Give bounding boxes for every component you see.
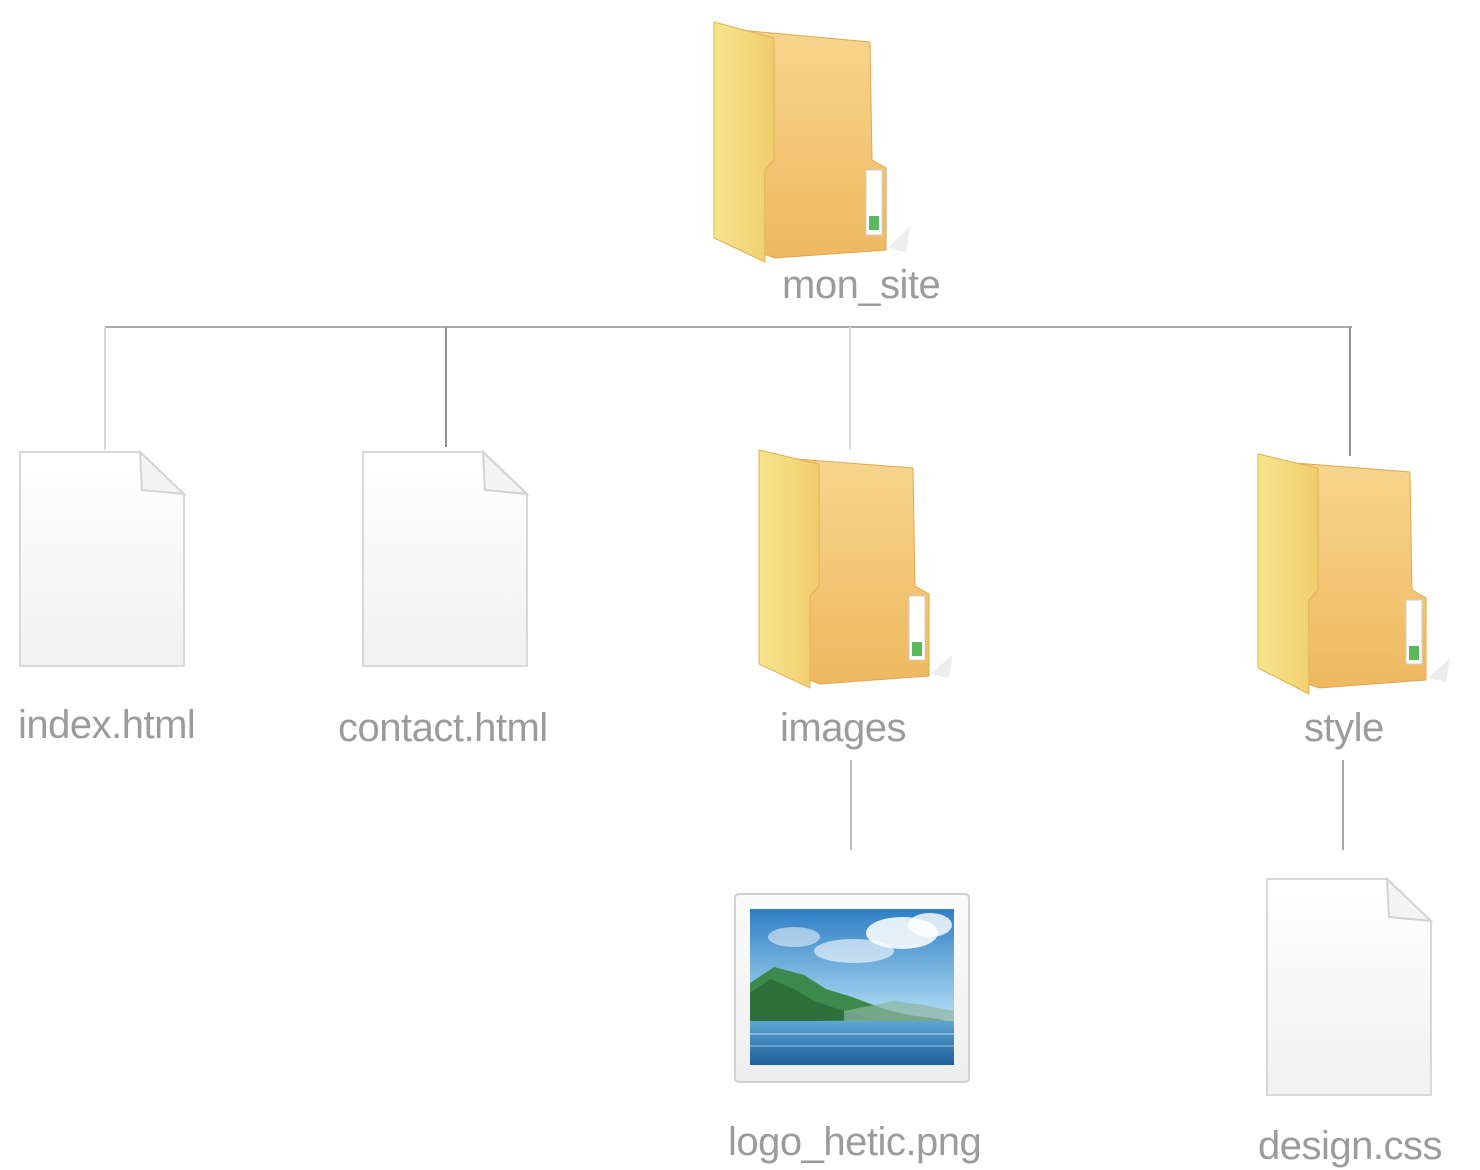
folder-icon: [758, 449, 953, 689]
folder-icon: [1257, 453, 1450, 695]
folder-node-style[interactable]: [1254, 452, 1474, 702]
file-label-contact: contact.html: [338, 706, 548, 750]
document-file-icon: [1266, 876, 1434, 1096]
folder-label-style: style: [1304, 706, 1384, 750]
file-label-index: index.html: [18, 703, 196, 747]
file-tree-diagram: mon_site index.html contact.html images …: [0, 0, 1480, 1170]
document-file-icon: [19, 449, 187, 667]
file-node-contact[interactable]: [361, 449, 531, 670]
document-file-icon: [362, 449, 530, 667]
file-node-design[interactable]: [1265, 876, 1435, 1099]
root-folder-node[interactable]: [710, 20, 930, 270]
file-label-logo: logo_hetic.png: [728, 1120, 982, 1164]
folder-icon: [713, 21, 910, 263]
folder-node-images[interactable]: [755, 448, 975, 698]
folder-label-images: images: [780, 706, 906, 750]
root-folder-label: mon_site: [782, 263, 941, 307]
image-file-node-logo[interactable]: [734, 893, 972, 1085]
image-file-icon: [734, 893, 970, 1083]
file-label-design: design.css: [1258, 1124, 1442, 1168]
file-node-index[interactable]: [18, 449, 188, 670]
